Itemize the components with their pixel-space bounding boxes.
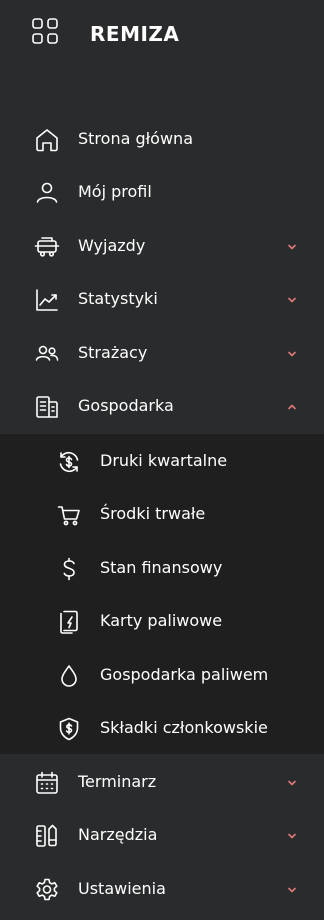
chevron-down-icon[interactable] <box>286 348 298 360</box>
chevron-down-icon[interactable] <box>286 241 298 253</box>
menu-item-label: Gospodarka <box>78 396 174 415</box>
submenu-item-fees[interactable]: Składki członkowskie <box>0 703 324 755</box>
submenu-item-label: Karty paliwowe <box>100 611 223 630</box>
home-icon <box>34 127 60 153</box>
menu-item-profile[interactable]: Mój profil <box>0 167 324 219</box>
menu-item-stats[interactable]: Statystyki <box>0 274 324 326</box>
menu-item-label: Terminarz <box>78 772 157 791</box>
submenu-item-assets[interactable]: Środki trwałe <box>0 489 324 541</box>
users-icon <box>34 341 60 367</box>
submenu-item-label: Środki trwałe <box>100 504 206 523</box>
chevron-down-icon[interactable] <box>286 830 298 842</box>
submenu-item-label: Gospodarka paliwem <box>100 665 269 684</box>
tools-icon <box>34 823 60 849</box>
menu-item-tools[interactable]: Narzędzia <box>0 810 324 862</box>
menu-item-home[interactable]: Strona główna <box>0 114 324 166</box>
menu-item-economy[interactable]: Gospodarka <box>0 381 324 433</box>
sidebar: REMIZA Strona główna Mój profil Wyjazdy … <box>0 0 324 920</box>
gear-icon <box>34 877 60 903</box>
menu-item-label: Strażacy <box>78 343 148 362</box>
menu-item-trips[interactable]: Wyjazdy <box>0 221 324 273</box>
submenu-item-fuel-cards[interactable]: Karty paliwowe <box>0 596 324 648</box>
chevron-up-icon[interactable] <box>286 401 298 413</box>
submenu-item-label: Druki kwartalne <box>100 451 228 470</box>
fire-truck-icon <box>34 234 60 260</box>
refresh-dollar-icon <box>56 449 82 475</box>
cart-icon <box>56 502 82 528</box>
chevron-down-icon[interactable] <box>286 884 298 896</box>
calendar-icon <box>34 770 60 796</box>
menu-item-label: Narzędzia <box>78 825 158 844</box>
chart-line-icon <box>34 287 60 313</box>
submenu-item-quarterly[interactable]: Druki kwartalne <box>0 436 324 488</box>
chevron-down-icon[interactable] <box>286 777 298 789</box>
brand-header: REMIZA <box>0 0 324 76</box>
user-icon <box>34 180 60 206</box>
submenu-item-finance[interactable]: Stan finansowy <box>0 543 324 595</box>
grid-icon[interactable] <box>30 16 60 46</box>
menu-item-label: Statystyki <box>78 289 158 308</box>
fuel-card-icon <box>56 609 82 635</box>
chevron-down-icon[interactable] <box>286 294 298 306</box>
shield-dollar-icon <box>56 716 82 742</box>
submenu-item-label: Składki członkowskie <box>100 718 268 737</box>
submenu-item-fuel-economy[interactable]: Gospodarka paliwem <box>0 650 324 702</box>
menu-item-firefighters[interactable]: Strażacy <box>0 328 324 380</box>
menu-item-label: Strona główna <box>78 129 193 148</box>
menu-item-calendar[interactable]: Terminarz <box>0 757 324 809</box>
app-title: REMIZA <box>90 22 180 46</box>
building-icon <box>34 394 60 420</box>
menu-item-label: Ustawienia <box>78 879 166 898</box>
menu-item-label: Wyjazdy <box>78 236 146 255</box>
menu-item-label: Mój profil <box>78 182 152 201</box>
submenu-economy: Druki kwartalne Środki trwałe Stan finan… <box>0 434 324 754</box>
menu-item-settings[interactable]: Ustawienia <box>0 864 324 916</box>
submenu-item-label: Stan finansowy <box>100 558 223 577</box>
droplet-icon <box>56 663 82 689</box>
dollar-icon <box>56 556 82 582</box>
